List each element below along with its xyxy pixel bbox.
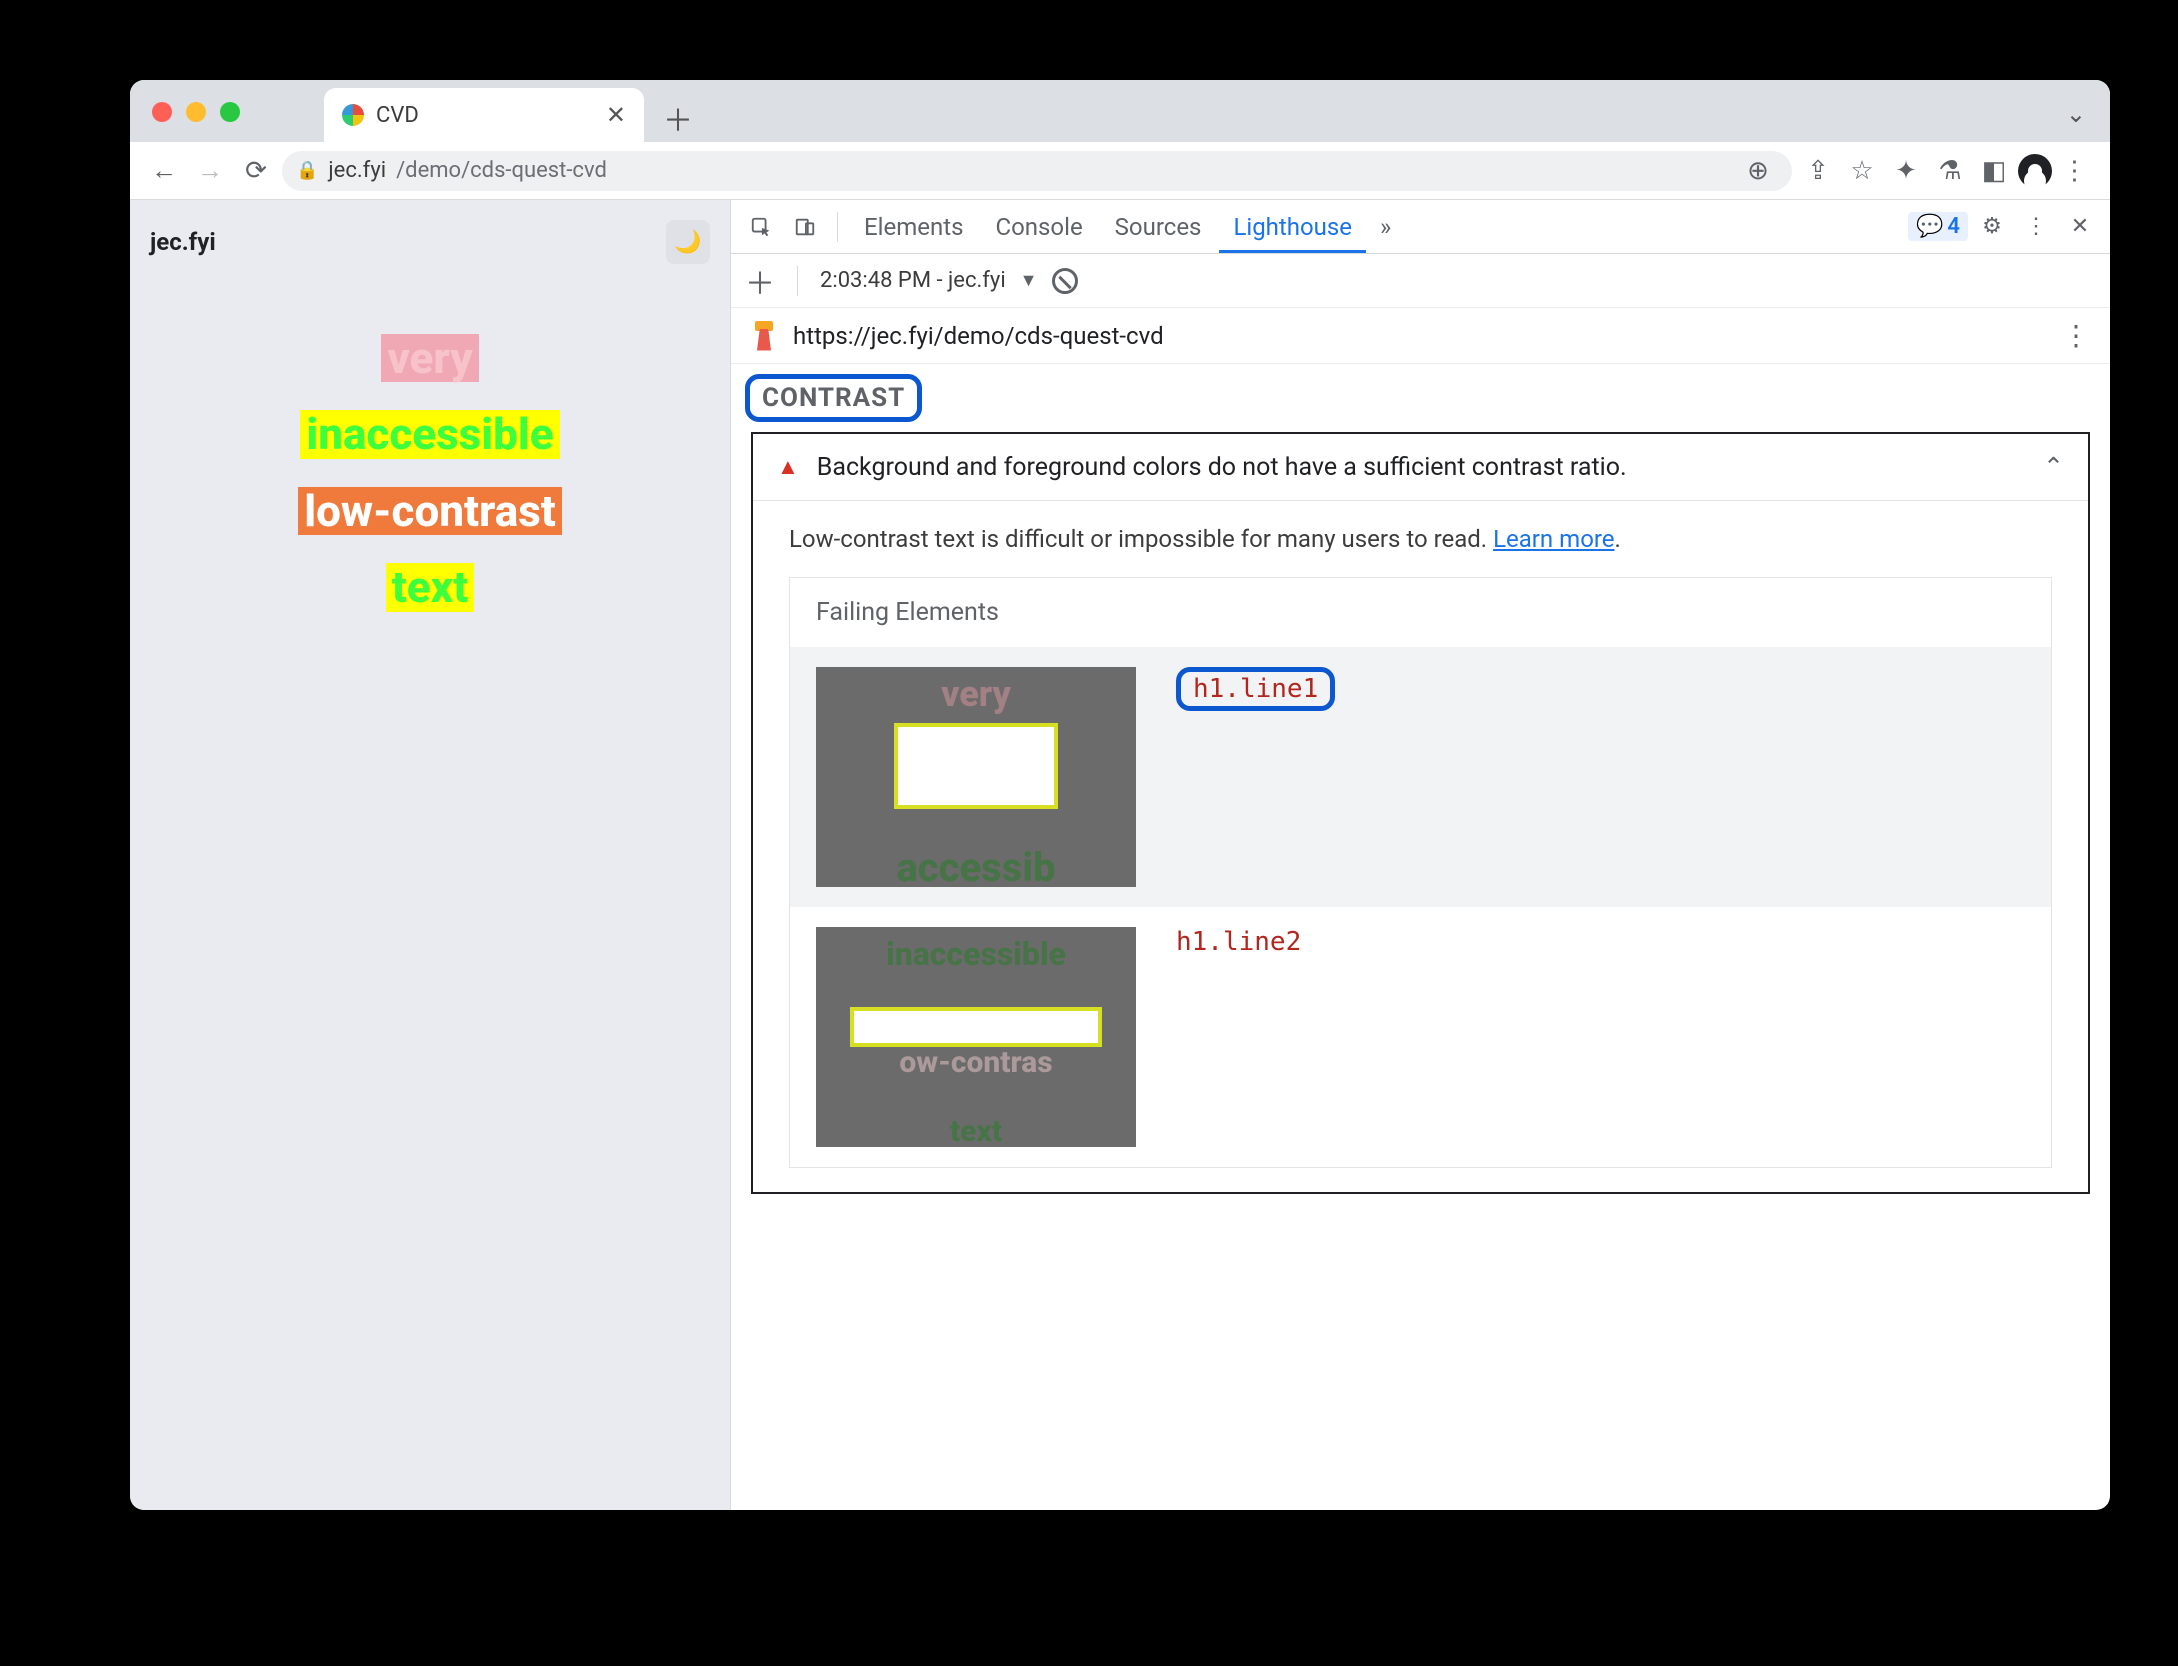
tabs-overflow-button[interactable]: ⌄ [2066, 100, 2086, 128]
window-controls [152, 102, 240, 122]
devtools-tab-sources[interactable]: Sources [1101, 200, 1216, 253]
lighthouse-toolbar: ＋ 2:03:48 PM - jec.fyi ▼ [731, 254, 2110, 308]
issues-count: 4 [1947, 214, 1960, 239]
audit-body: Low-contrast text is difficult or imposs… [753, 500, 2088, 1192]
devtools-close-icon[interactable]: ✕ [2060, 207, 2100, 247]
failing-elements-title: Failing Elements [790, 578, 2051, 647]
contrast-audit: ▲ Background and foreground colors do no… [751, 432, 2090, 1194]
labs-icon[interactable]: ⚗ [1930, 151, 1970, 191]
element-thumbnail: inaccessible ow-contras text [816, 927, 1136, 1147]
sample-word-2: inaccessible [300, 410, 559, 458]
devtools-tab-elements[interactable]: Elements [850, 200, 977, 253]
chat-icon: 💬 [1916, 214, 1943, 239]
sample-word-3: low-contrast [298, 487, 562, 535]
nav-back-button[interactable]: ← [144, 151, 184, 191]
devtools-tab-lighthouse[interactable]: Lighthouse [1219, 200, 1366, 253]
devtools-tab-console[interactable]: Console [981, 200, 1096, 253]
favicon-icon [342, 104, 364, 126]
stage: CVD ✕ ＋ ⌄ ← → ⟳ 🔒 jec.fyi/demo/cds-quest… [0, 0, 2178, 1666]
issues-badge[interactable]: 💬 4 [1908, 212, 1968, 241]
address-bar: ← → ⟳ 🔒 jec.fyi/demo/cds-quest-cvd ⊕ ⇪ ☆… [130, 142, 2110, 200]
element-selector: h1.line2 [1176, 927, 1301, 957]
tab-title: CVD [376, 103, 594, 128]
report-timestamp[interactable]: 2:03:48 PM - jec.fyi [820, 268, 1006, 293]
lighthouse-icon [751, 321, 777, 351]
omnibox-search-icon[interactable]: ⊕ [1738, 151, 1778, 191]
audit-collapse-icon[interactable]: ⌃ [2043, 452, 2064, 482]
failing-element-row[interactable]: inaccessible ow-contras text h1.line2 [790, 907, 2051, 1167]
element-thumbnail: very accessib [816, 667, 1136, 887]
new-tab-button[interactable]: ＋ [654, 94, 702, 142]
devtools-settings-icon[interactable]: ⚙ [1972, 207, 2012, 247]
profile-avatar[interactable] [2018, 154, 2052, 188]
extensions-icon[interactable]: ✦ [1886, 151, 1926, 191]
url-path: /demo/cds-quest-cvd [396, 158, 607, 183]
url-host: jec.fyi [328, 158, 386, 183]
audit-description: Low-contrast text is difficult or imposs… [789, 525, 1493, 553]
devtools-menu-icon[interactable]: ⋮ [2016, 207, 2056, 247]
lighthouse-url: https://jec.fyi/demo/cds-quest-cvd [793, 322, 1164, 350]
lighthouse-menu-icon[interactable]: ⋮ [2062, 319, 2090, 352]
tab-strip: CVD ✕ ＋ ⌄ [130, 80, 2110, 142]
clear-report-icon[interactable] [1052, 268, 1078, 294]
tab-close-button[interactable]: ✕ [606, 101, 626, 129]
inspect-element-icon[interactable] [741, 207, 781, 247]
browser-tab[interactable]: CVD ✕ [324, 88, 644, 142]
lighthouse-url-row: https://jec.fyi/demo/cds-quest-cvd ⋮ [731, 308, 2110, 364]
warning-icon: ▲ [777, 454, 799, 480]
share-icon[interactable]: ⇪ [1798, 151, 1838, 191]
window-close-button[interactable] [152, 102, 172, 122]
toolbar-right: ⇪ ☆ ✦ ⚗ ◧ ⋮ [1798, 151, 2096, 191]
element-selector: h1.line1 [1176, 667, 1335, 711]
rendered-page: jec.fyi 🌙 very inaccessible low-contrast… [130, 200, 730, 1510]
omnibox[interactable]: 🔒 jec.fyi/demo/cds-quest-cvd ⊕ [282, 151, 1792, 191]
failing-element-row[interactable]: very accessib h1.line1 [790, 647, 2051, 907]
browser-window: CVD ✕ ＋ ⌄ ← → ⟳ 🔒 jec.fyi/demo/cds-quest… [130, 80, 2110, 1510]
new-report-button[interactable]: ＋ [745, 259, 775, 303]
theme-toggle-button[interactable]: 🌙 [666, 220, 710, 264]
device-toolbar-icon[interactable] [785, 207, 825, 247]
devtools-panel: Elements Console Sources Lighthouse » 💬 … [730, 200, 2110, 1510]
sample-word-4: text [386, 563, 474, 611]
report-dropdown-icon[interactable]: ▼ [1020, 270, 1038, 291]
lighthouse-report[interactable]: CONTRAST ▲ Background and foreground col… [731, 364, 2110, 1510]
browser-menu-button[interactable]: ⋮ [2056, 151, 2096, 191]
audit-description-end: . [1615, 525, 1621, 553]
sample-text: very inaccessible low-contrast text [150, 320, 710, 626]
bookmark-icon[interactable]: ☆ [1842, 151, 1882, 191]
section-contrast: CONTRAST [745, 374, 922, 422]
content-area: jec.fyi 🌙 very inaccessible low-contrast… [130, 200, 2110, 1510]
nav-forward-button[interactable]: → [190, 151, 230, 191]
sample-word-1: very [381, 334, 478, 382]
window-minimize-button[interactable] [186, 102, 206, 122]
audit-title: Background and foreground colors do not … [817, 453, 1627, 482]
nav-reload-button[interactable]: ⟳ [236, 151, 276, 191]
failing-elements-box: Failing Elements very accessib h1.line1 [789, 577, 2052, 1168]
audit-header[interactable]: ▲ Background and foreground colors do no… [753, 434, 2088, 500]
learn-more-link[interactable]: Learn more [1493, 525, 1614, 553]
devtools-tabs-overflow[interactable]: » [1370, 213, 1401, 241]
lock-icon: 🔒 [296, 160, 318, 181]
side-panel-icon[interactable]: ◧ [1974, 151, 2014, 191]
moon-icon: 🌙 [674, 230, 701, 255]
window-zoom-button[interactable] [220, 102, 240, 122]
site-name: jec.fyi [150, 228, 216, 256]
devtools-tabstrip: Elements Console Sources Lighthouse » 💬 … [731, 200, 2110, 254]
